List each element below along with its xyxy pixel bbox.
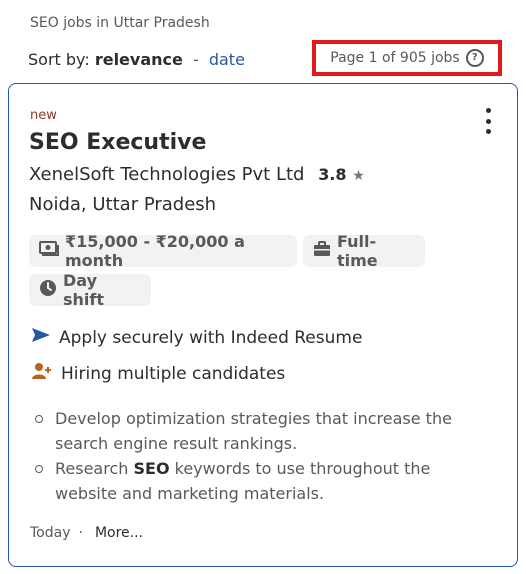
page-count-text: Page 1 of 905 jobs xyxy=(330,50,460,66)
shift-chip: Day shift xyxy=(29,271,151,309)
help-circle-icon[interactable]: ? xyxy=(465,49,484,67)
job-location: Noida, Uttar Pradesh xyxy=(29,194,217,215)
company-rating: 3.8 xyxy=(318,165,347,184)
feature-apply-text: Apply securely with Indeed Resume xyxy=(59,327,363,348)
job-type-text: Full-time xyxy=(337,232,378,270)
page-count-box: Page 1 of 905 jobs ? xyxy=(312,40,502,76)
more-link[interactable]: More... xyxy=(95,525,143,541)
salary-chip: ₹15,000 - ₹20,000 a month xyxy=(29,232,297,270)
job-title[interactable]: SEO Executive xyxy=(29,130,206,155)
job-snippet: Develop optimization strategies that inc… xyxy=(35,406,495,506)
sort-separator: - xyxy=(192,50,199,69)
company-line: XenelSoft Technologies Pvt Ltd 3.8 ★ xyxy=(29,164,365,185)
feature-hiring: Hiring multiple candidates xyxy=(31,362,285,385)
star-icon: ★ xyxy=(352,168,365,184)
job-card[interactable]: new SEO Executive XenelSoft Technologies… xyxy=(8,83,518,567)
shift-text: Day shift xyxy=(63,271,105,309)
salary-text: ₹15,000 - ₹20,000 a month xyxy=(65,232,245,270)
sort-bar: Sort by: relevance - date xyxy=(28,50,245,69)
snippet-bullet-1: Develop optimization strategies that inc… xyxy=(35,406,495,456)
card-footer: Today · More... xyxy=(30,525,143,541)
clock-icon xyxy=(39,279,57,301)
feature-apply: Apply securely with Indeed Resume xyxy=(31,327,362,348)
money-icon xyxy=(39,241,59,261)
breadcrumb: SEO jobs in Uttar Pradesh xyxy=(30,15,210,31)
posted-date: Today xyxy=(30,525,71,541)
briefcase-icon xyxy=(313,241,331,261)
more-vertical-icon[interactable] xyxy=(483,108,493,134)
sort-label: Sort by: xyxy=(28,50,90,69)
company-name: XenelSoft Technologies Pvt Ltd xyxy=(29,164,305,185)
snippet-bullet-2: Research SEO keywords to use throughout … xyxy=(35,456,495,506)
sort-date-link[interactable]: date xyxy=(209,50,245,69)
new-tag: new xyxy=(30,108,57,123)
feature-hiring-text: Hiring multiple candidates xyxy=(61,363,286,384)
footer-dot: · xyxy=(78,525,83,541)
bullet-2-bold: SEO xyxy=(133,459,170,478)
person-add-icon xyxy=(31,362,53,385)
bullet-2-before: Research xyxy=(55,459,134,478)
job-type-chip: Full-time xyxy=(303,232,425,270)
send-arrow-icon xyxy=(31,327,51,348)
sort-relevance[interactable]: relevance xyxy=(95,50,183,69)
